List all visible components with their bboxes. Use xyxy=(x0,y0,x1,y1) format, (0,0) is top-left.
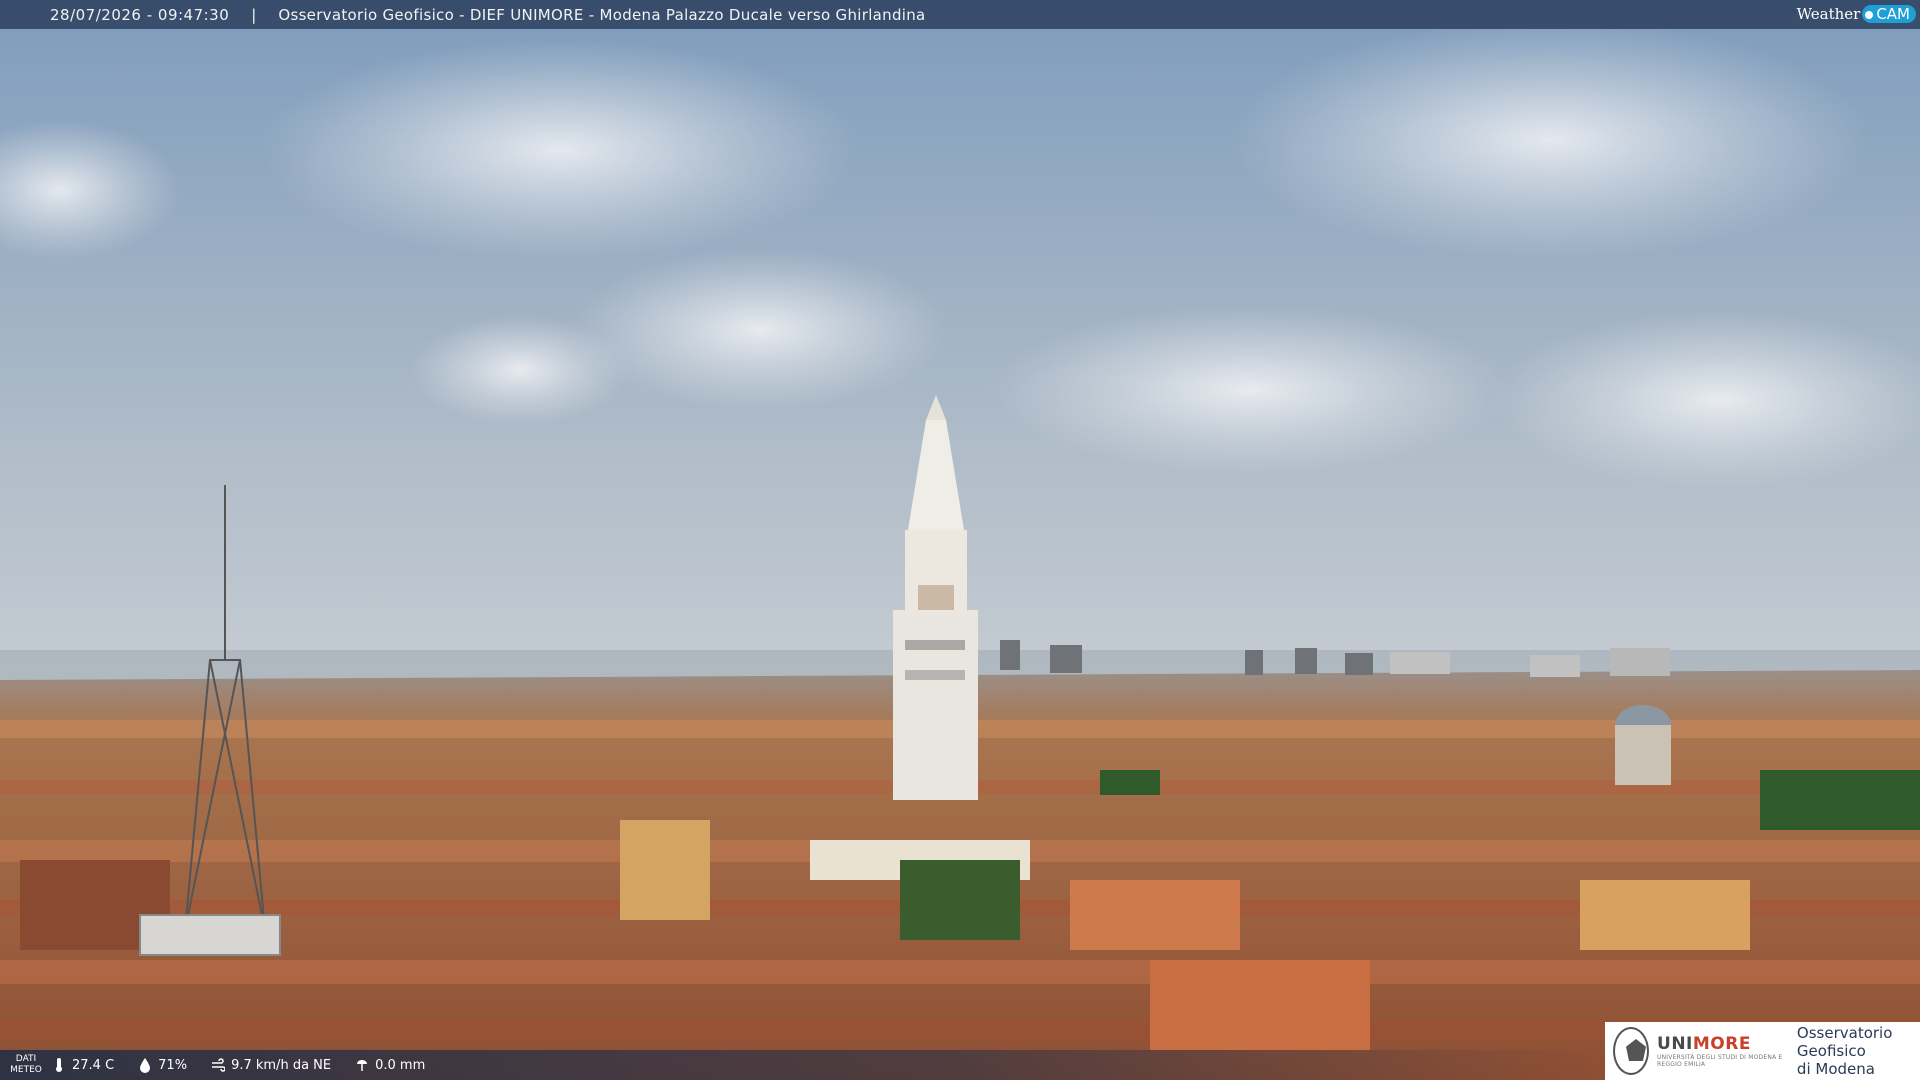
observatory-line1: Osservatorio Geofisico xyxy=(1796,1024,1893,1060)
weather-label-line1: DATI xyxy=(15,1054,37,1064)
weathercam-logo: Weather CAM xyxy=(1797,3,1916,25)
wind-icon xyxy=(212,1058,226,1072)
thermometer-icon xyxy=(56,1058,62,1072)
camera-title: Osservatorio Geofisico - DIEF UNIMORE - … xyxy=(278,5,926,24)
header-bar: 28/07/2026 - 09:47:30 | Osservatorio Geo… xyxy=(0,0,1920,29)
webcam-image xyxy=(0,0,1920,1080)
brand-subtitle: UNIVERSITÀ DEGLI STUDI DI MODENA E REGGI… xyxy=(1657,1054,1783,1068)
unimore-brand: UNIMORE UNIVERSITÀ DEGLI STUDI DI MODENA… xyxy=(1657,1034,1785,1068)
rain-icon xyxy=(357,1060,368,1071)
rain-item: 0.0 mm xyxy=(355,1057,425,1073)
wind-item: 9.7 km/h da NE xyxy=(211,1057,331,1073)
weather-data-bar: DATI METEO 27.4 C 71% 9.7 km/h da NE 0.0… xyxy=(0,1050,1600,1080)
brand-uni: UNI xyxy=(1657,1034,1693,1054)
rain-value: 0.0 mm xyxy=(375,1057,426,1073)
weather-label-line2: METEO xyxy=(10,1065,42,1075)
temperature-value: 27.4 C xyxy=(72,1057,115,1073)
timestamp: 28/07/2026 - 09:47:30 xyxy=(50,5,230,24)
logo-weather-text: Weather xyxy=(1796,5,1861,23)
wind-value: 9.7 km/h da NE xyxy=(231,1057,332,1073)
logo-cam-text: CAM xyxy=(1862,5,1916,23)
temperature-item: 27.4 C xyxy=(52,1057,114,1073)
droplet-icon xyxy=(140,1058,151,1073)
observatory-name: Osservatorio Geofisico di Modena xyxy=(1797,1024,1920,1078)
humidity-value: 71% xyxy=(158,1057,188,1073)
unimore-logo: UNIMORE UNIVERSITÀ DEGLI STUDI DI MODENA… xyxy=(1605,1022,1920,1080)
humidity-item: 71% xyxy=(138,1057,187,1073)
dome xyxy=(1615,705,1671,785)
brand-more: MORE xyxy=(1692,1034,1751,1054)
weather-label: DATI METEO xyxy=(0,1054,52,1076)
observatory-line2: di Modena xyxy=(1796,1060,1875,1078)
header-separator: | xyxy=(251,5,257,24)
university-seal-icon xyxy=(1613,1027,1650,1075)
